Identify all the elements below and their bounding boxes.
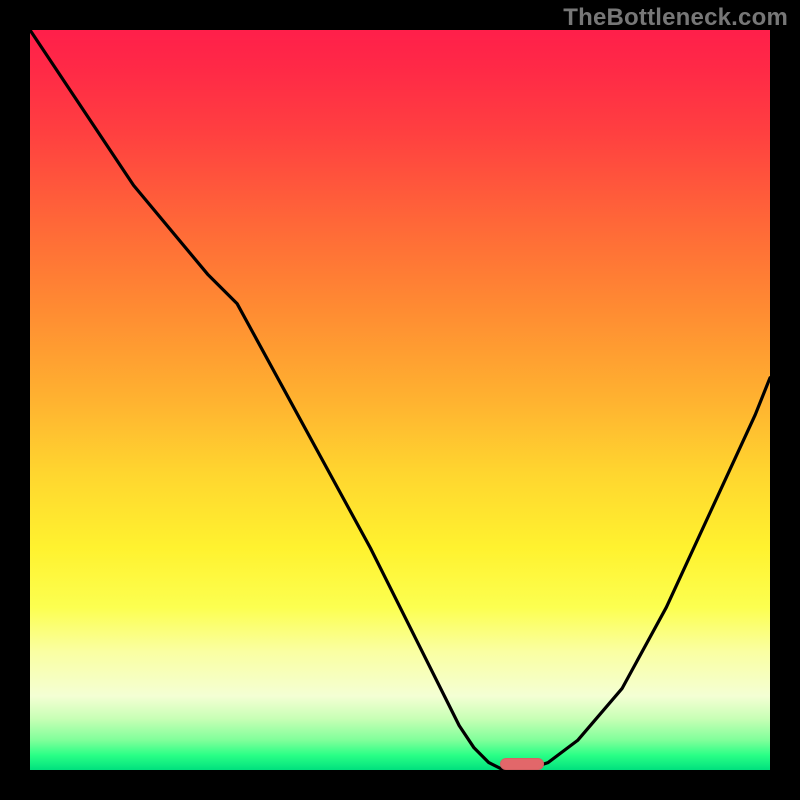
bottleneck-curve-path <box>30 30 770 770</box>
bottleneck-curve-svg <box>30 30 770 770</box>
plot-area <box>30 30 770 770</box>
optimal-marker <box>500 758 544 770</box>
watermark-text: TheBottleneck.com <box>563 4 788 32</box>
chart-container: TheBottleneck.com <box>0 0 800 800</box>
